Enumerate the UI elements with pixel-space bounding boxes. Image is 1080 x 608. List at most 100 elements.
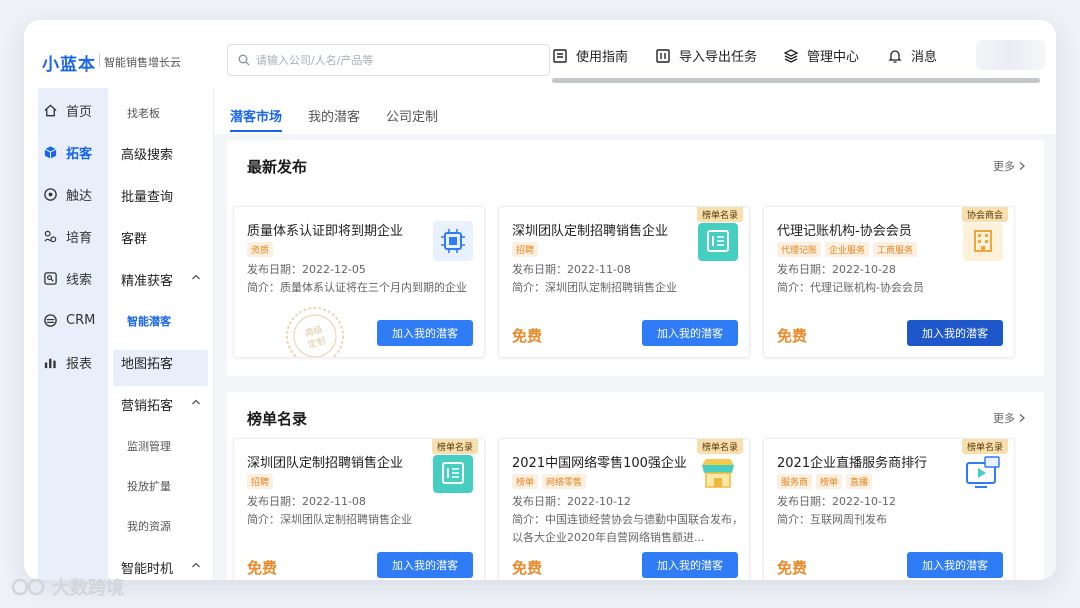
card-price: 免费 xyxy=(512,327,543,345)
task-icon xyxy=(656,48,670,63)
add-to-prospects-button[interactable]: 加入我的潜客 xyxy=(907,320,1003,346)
prospect-card[interactable]: 质量体系认证即将到期企业 资质 发布日期：2022-12-05 简介：质量体系认… xyxy=(233,206,485,358)
active-tab-indicator xyxy=(230,130,282,132)
menu-customer-group[interactable]: 客群 xyxy=(121,228,147,247)
sidebar-item-crm[interactable]: CRM xyxy=(38,302,108,338)
menu-advanced-search[interactable]: 高级搜索 xyxy=(121,144,173,163)
menu-smart-prospect[interactable]: 智能潜客 xyxy=(127,313,171,329)
add-to-prospects-button[interactable]: 加入我的潜客 xyxy=(642,320,738,346)
card-title: 2021企业直播服务商排行 xyxy=(777,456,928,471)
card-price: 免费 xyxy=(512,559,543,577)
chevron-up-icon xyxy=(192,562,200,568)
menu-marketing-label: 营销拓客 xyxy=(121,399,174,414)
more-link[interactable]: 更多 xyxy=(993,410,1026,426)
card-date: 发布日期：2022-10-12 xyxy=(777,495,896,508)
sidebar-item-label: 线索 xyxy=(66,272,93,288)
nav-import-export[interactable]: 导入导出任务 xyxy=(655,46,757,65)
card-title: 质量体系认证即将到期企业 xyxy=(247,224,404,239)
primary-sidebar: 首页 拓客 触达 培育 线索 CRM 报表 xyxy=(38,88,108,580)
section-latest: 最新发布 更多 质量体系认证即将到期企业 资质 发布日期：2022-12-05 … xyxy=(227,140,1044,376)
search-box[interactable] xyxy=(227,44,550,76)
menu-my-resources[interactable]: 我的资源 xyxy=(127,518,171,534)
nav-admin[interactable]: 管理中心 xyxy=(783,46,859,65)
menu-ads-expand[interactable]: 投放扩量 xyxy=(127,478,171,494)
horizontal-scrollbar[interactable] xyxy=(552,78,1040,83)
menu-map-prospect[interactable]: 地图拓客 xyxy=(121,353,173,372)
chip-icon xyxy=(433,221,473,261)
card-description: 简介：深圳团队定制招聘销售企业 xyxy=(512,281,677,294)
chevron-up-icon xyxy=(192,399,200,405)
prospect-card[interactable]: 榜单名录 深圳团队定制招聘销售企业 招聘 发布日期：2022-11-08 简介：… xyxy=(498,206,750,358)
menu-monitor[interactable]: 监测管理 xyxy=(127,438,171,454)
sidebar-item-prospect[interactable]: 拓客 xyxy=(38,134,108,170)
sidebar-item-nurture[interactable]: 培育 xyxy=(38,218,108,254)
sidebar-item-reach[interactable]: 触达 xyxy=(38,176,108,212)
menu-precise-group[interactable]: 精准获客 xyxy=(121,270,200,289)
card-description: 简介：代理记账机构-协会会员 xyxy=(777,281,924,294)
search-input[interactable] xyxy=(256,53,536,67)
search-icon xyxy=(238,54,250,66)
watermark-logo-icon xyxy=(11,578,45,596)
section-rank-list: 榜单名录 更多 榜单名录 深圳团队定制招聘销售企业 招聘 发布日期：2022-1… xyxy=(227,392,1044,580)
add-to-prospects-button[interactable]: 加入我的潜客 xyxy=(642,552,738,578)
prospect-card[interactable]: 协会商会 代理记账机构-协会会员 代理记账 企业服务 工商服务 发布日期：202… xyxy=(763,206,1015,358)
card-price: 免费 xyxy=(777,327,808,345)
user-avatar[interactable] xyxy=(976,40,1046,70)
nav-messages[interactable]: 消息 xyxy=(887,46,937,65)
card-tags: 榜单 网络零售 xyxy=(512,474,587,489)
menu-smart-timing-group[interactable]: 智能时机 xyxy=(121,558,200,577)
menu-find-boss[interactable]: 找老板 xyxy=(127,105,160,121)
tab-custom[interactable]: 公司定制 xyxy=(386,106,438,125)
document-icon xyxy=(553,48,567,63)
sidebar-item-home[interactable]: 首页 xyxy=(38,92,108,128)
card-tags: 资质 xyxy=(247,242,274,257)
card-ribbon: 榜单名录 xyxy=(696,439,743,454)
add-to-prospects-button[interactable]: 加入我的潜客 xyxy=(377,320,473,346)
card-tags: 代理记账 企业服务 工商服务 xyxy=(777,242,918,257)
card-tags: 招聘 xyxy=(247,474,274,489)
card-title: 2021中国网络零售100强企业 xyxy=(512,456,687,471)
prospect-card[interactable]: 榜单名录 深圳团队定制招聘销售企业 招聘 发布日期：2022-11-08 简介：… xyxy=(233,438,485,580)
nav-messages-label: 消息 xyxy=(911,50,938,65)
crm-icon xyxy=(44,313,57,327)
secondary-sidebar: 找老板 高级搜索 批量查询 客群 精准获客 智能潜客 地图拓客 营销拓客 监测管… xyxy=(108,88,214,580)
add-to-prospects-button[interactable]: 加入我的潜客 xyxy=(907,552,1003,578)
tab-prospect-market[interactable]: 潜客市场 xyxy=(230,106,282,125)
card-tag: 榜单 xyxy=(816,474,843,489)
prospect-card[interactable]: 榜单名录 2021中国网络零售100强企业 榜单 网络零售 发布日期：2022-… xyxy=(498,438,750,580)
watermark-text: 大数跨境 xyxy=(52,578,124,599)
sidebar-item-label: 触达 xyxy=(66,188,93,204)
section-title: 榜单名录 xyxy=(247,410,308,428)
store-icon xyxy=(702,459,734,488)
target-icon xyxy=(44,187,57,201)
card-title: 深圳团队定制招聘销售企业 xyxy=(512,224,669,239)
card-description: 简介：中国连锁经营协会与德勤中国联合发布，以各大企业2020年自营网络销售额进.… xyxy=(512,513,743,544)
sidebar-item-reports[interactable]: 报表 xyxy=(38,344,108,380)
card-description: 简介：深圳团队定制招聘销售企业 xyxy=(247,513,412,526)
card-tag: 工商服务 xyxy=(873,242,918,257)
nav-import-export-label: 导入导出任务 xyxy=(679,50,758,65)
menu-marketing-group[interactable]: 营销拓客 xyxy=(121,395,200,414)
prospect-card[interactable]: 榜单名录 2021企业直播服务商排行 服务商 榜单 直播 发布日期：2022-1… xyxy=(763,438,1015,580)
menu-precise-label: 精准获客 xyxy=(121,274,174,289)
nav-guide-label: 使用指南 xyxy=(576,50,629,65)
sidebar-item-leads[interactable]: 线索 xyxy=(38,260,108,296)
card-price: 免费 xyxy=(777,559,808,577)
tab-my-prospects[interactable]: 我的潜客 xyxy=(308,106,360,125)
chart-icon xyxy=(44,358,56,368)
card-tag: 服务商 xyxy=(777,474,813,489)
card-tags: 服务商 榜单 直播 xyxy=(777,474,873,489)
card-ribbon: 协会商会 xyxy=(961,207,1008,222)
section-title: 最新发布 xyxy=(247,158,308,176)
list-icon xyxy=(433,455,473,493)
more-link[interactable]: 更多 xyxy=(993,158,1026,174)
card-price: 免费 xyxy=(247,559,278,577)
card-description: 简介：互联网周刊发布 xyxy=(777,513,887,526)
card-ribbon: 榜单名录 xyxy=(696,207,743,222)
add-to-prospects-button[interactable]: 加入我的潜客 xyxy=(377,552,473,578)
more-label: 更多 xyxy=(993,160,1015,173)
logo[interactable]: 小蓝本 xyxy=(42,50,96,75)
nav-guide[interactable]: 使用指南 xyxy=(552,46,628,65)
sidebar-item-label: CRM xyxy=(66,312,96,328)
menu-batch-query[interactable]: 批量查询 xyxy=(121,186,173,205)
